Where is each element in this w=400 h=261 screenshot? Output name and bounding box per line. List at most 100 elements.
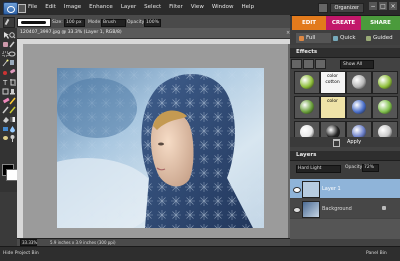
layers-panel-title: Layers xyxy=(296,152,317,158)
effect-thumbnail[interactable] xyxy=(346,96,372,119)
recompose-tool-icon[interactable] xyxy=(2,88,9,95)
effect-thumbnail[interactable] xyxy=(294,71,320,94)
blend-mode-select[interactable]: Hard Light xyxy=(296,165,341,173)
shape-tool-icon[interactable] xyxy=(3,127,8,131)
close-icon[interactable]: × xyxy=(389,2,397,10)
organizer-button[interactable]: Organizer xyxy=(329,3,364,13)
layer-name: Background xyxy=(322,206,352,212)
effect-preview-text: color cotton xyxy=(325,74,340,85)
tab-create[interactable]: CREATE xyxy=(326,16,361,30)
apply-button[interactable]: Apply xyxy=(347,139,361,145)
effect-preview-sphere xyxy=(300,100,314,114)
menu-item-edit[interactable]: Edit xyxy=(45,4,56,10)
layer-name: Layer 1 xyxy=(322,186,341,192)
tab-share[interactable]: SHARE xyxy=(361,16,400,30)
paint-bucket-tool-icon[interactable] xyxy=(3,117,9,123)
bottom-bar xyxy=(0,246,400,261)
eyedropper-tool-icon[interactable] xyxy=(9,41,15,48)
lasso-tool-icon[interactable] xyxy=(8,51,16,57)
photo-effects-category-icon[interactable] xyxy=(315,59,326,69)
minimize-icon[interactable]: − xyxy=(369,2,377,10)
toolbox-tools: T xyxy=(2,32,16,142)
menu-item-layer[interactable]: Layer xyxy=(121,4,136,10)
magic-wand-tool-icon[interactable] xyxy=(2,59,9,67)
tab-edit[interactable]: EDIT xyxy=(292,16,326,30)
effect-preview-sphere xyxy=(378,100,392,114)
effect-thumbnail[interactable] xyxy=(372,71,398,94)
layer-styles-category-icon[interactable] xyxy=(303,59,314,69)
brush-preset-picker[interactable] xyxy=(17,18,51,27)
red-eye-tool-icon[interactable] xyxy=(3,71,7,75)
sponge-tool-icon[interactable] xyxy=(3,136,8,140)
menu-item-enhance[interactable]: Enhance xyxy=(89,4,113,10)
document-icon[interactable] xyxy=(18,4,26,13)
clone-stamp-tool-icon[interactable] xyxy=(10,89,15,95)
gradient-tool-icon[interactable] xyxy=(10,117,15,122)
layers-empty-area xyxy=(290,219,400,239)
layer-opacity-field[interactable]: 72% xyxy=(362,164,379,172)
effect-preview-text: color xyxy=(326,99,339,104)
brush-tool-icon-toolbox[interactable] xyxy=(2,106,9,114)
dodge-tool-icon[interactable] xyxy=(10,135,15,142)
app-logo-icon xyxy=(3,2,18,15)
effects-filter-select[interactable]: Show All xyxy=(340,60,374,69)
menu-item-view[interactable]: View xyxy=(191,4,204,10)
hide-project-bin-button[interactable]: Hide Project Bin xyxy=(3,251,39,256)
lock-icon[interactable] xyxy=(382,206,386,210)
maximize-icon[interactable]: □ xyxy=(379,2,387,10)
document-size-info: 5.9 inches x 3.9 inches (300 ppi) xyxy=(50,240,116,245)
effect-preview-sphere xyxy=(352,100,366,114)
effect-thumbnail[interactable]: color cotton xyxy=(320,71,346,94)
effect-thumbnail[interactable]: color xyxy=(320,96,346,119)
effect-thumbnail[interactable] xyxy=(346,71,372,94)
subtab-full[interactable]: Full xyxy=(296,33,331,43)
effect-preview-sphere xyxy=(352,75,366,89)
hand-tool-icon[interactable] xyxy=(3,42,8,47)
menu-item-help[interactable]: Help xyxy=(242,4,255,10)
svg-text:T: T xyxy=(2,79,8,87)
menu-item-filter[interactable]: Filter xyxy=(169,4,183,10)
effect-thumbnail[interactable] xyxy=(372,96,398,119)
panel-bin-toggle[interactable]: Panel Bin xyxy=(366,251,387,256)
blur-tool-icon[interactable] xyxy=(10,126,15,133)
trash-icon[interactable] xyxy=(333,139,340,147)
type-tool-icon[interactable]: T xyxy=(2,79,8,87)
document-close-icon[interactable]: × xyxy=(286,30,290,36)
zoom-tool-icon[interactable] xyxy=(9,32,16,39)
effects-category-icons xyxy=(291,59,326,69)
menu-item-window[interactable]: Window xyxy=(212,4,234,10)
marquee-tool-icon[interactable] xyxy=(2,51,9,57)
filters-category-icon[interactable] xyxy=(291,59,302,69)
menu-item-file[interactable]: File xyxy=(28,4,37,10)
subtab-quick[interactable]: Quick xyxy=(333,33,356,43)
pencil-tool-icon[interactable] xyxy=(9,97,16,105)
layer-thumbnail xyxy=(302,181,320,198)
smart-brush-tool-icon[interactable] xyxy=(9,106,16,114)
zoom-field[interactable]: 33.33% xyxy=(20,239,37,246)
size-field[interactable]: 100 px xyxy=(64,19,85,27)
subtab-guided-label: Guided xyxy=(373,35,393,41)
mode-label: Mode: xyxy=(88,20,102,25)
opacity-field[interactable]: 100% xyxy=(144,19,161,27)
mode-select[interactable]: Brush xyxy=(101,19,126,27)
size-label: Size: xyxy=(52,20,63,25)
layer-opacity-label: Opacity: xyxy=(345,165,364,170)
brush-tool-icon[interactable] xyxy=(3,17,15,28)
menu-item-image[interactable]: Image xyxy=(64,4,81,10)
photo-canvas[interactable] xyxy=(57,68,264,228)
menu-item-select[interactable]: Select xyxy=(144,4,161,10)
layer-thumbnail xyxy=(302,201,320,218)
visibility-eye-icon[interactable] xyxy=(293,207,301,213)
visibility-eye-icon[interactable] xyxy=(293,187,301,193)
selection-brush-tool-icon[interactable] xyxy=(10,60,14,65)
move-tool-icon[interactable] xyxy=(4,32,9,39)
effects-footer xyxy=(290,137,400,147)
subtab-guided[interactable]: Guided xyxy=(366,33,393,43)
subtab-full-label: Full xyxy=(306,35,316,41)
workspace-reset-button[interactable] xyxy=(318,3,328,13)
spot-healing-tool-icon[interactable] xyxy=(10,68,16,74)
crop-tool-icon[interactable] xyxy=(10,79,16,86)
effect-thumbnail[interactable] xyxy=(294,96,320,119)
document-title: 120407_3997.jpg @ 33.3% (Layer 1, RGB/8) xyxy=(20,30,122,35)
eraser-tool-icon[interactable] xyxy=(2,97,10,104)
